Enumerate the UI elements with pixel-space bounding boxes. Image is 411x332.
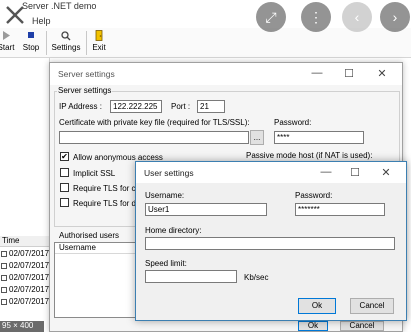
server-cancel-button[interactable]: Cancel (340, 321, 384, 331)
ip-address-label: IP Address : (59, 102, 102, 111)
user-ok-button[interactable]: Ok (298, 298, 336, 314)
start-button-label: Start (0, 43, 15, 52)
exit-button[interactable]: Exit (88, 30, 110, 56)
minimize-icon[interactable]: — (319, 166, 333, 178)
speed-limit-label: Speed limit: (145, 259, 187, 268)
require-tls-control-label: Require TLS for c (73, 184, 136, 193)
menu-help[interactable]: Help (32, 16, 51, 26)
play-icon (3, 31, 10, 40)
exit-door-icon (95, 30, 103, 41)
certificate-label: Certificate with private key file (requi… (59, 118, 250, 127)
close-icon[interactable]: ✕ (379, 166, 393, 179)
user-settings-titlebar: User settings — ☐ ✕ (136, 162, 406, 183)
settings-icon (61, 31, 71, 41)
log-entry-icon (1, 275, 7, 281)
ip-address-input[interactable]: 122.222.225 (110, 100, 162, 113)
start-button[interactable]: Start (0, 30, 16, 56)
log-row[interactable]: 02/07/2017 (0, 297, 50, 308)
settings-button[interactable]: Settings (50, 30, 82, 56)
maximize-icon[interactable]: ☐ (342, 67, 356, 80)
fullscreen-icon[interactable]: ⤢ (256, 2, 286, 32)
close-icon[interactable]: ✕ (375, 67, 389, 80)
log-row[interactable]: 02/07/2017 (0, 285, 50, 296)
authorised-users-label: Authorised users (59, 231, 120, 240)
certificate-path-input[interactable] (59, 131, 249, 144)
user-password-label: Password: (295, 191, 333, 200)
speed-limit-unit: Kb/sec (244, 273, 269, 282)
app-title: Server .NET demo (22, 1, 97, 11)
log-entry-icon (1, 263, 7, 269)
log-entry-icon (1, 251, 7, 257)
certificate-password-label: Password: (274, 118, 312, 127)
minimize-icon[interactable]: — (310, 67, 324, 79)
require-tls-data-label: Require TLS for d (73, 199, 136, 208)
home-directory-input[interactable] (145, 237, 395, 250)
allow-anonymous-checkbox[interactable]: ✔ (60, 152, 69, 161)
log-row[interactable]: 02/07/2017 (0, 261, 50, 272)
log-row[interactable]: 02/07/2017 (0, 249, 50, 260)
stop-button[interactable]: Stop (20, 30, 42, 56)
log-entry-icon (1, 287, 7, 293)
server-settings-titlebar: Server settings — ☐ ✕ (50, 63, 402, 85)
server-ok-button[interactable]: Ok (298, 321, 328, 331)
port-label: Port : (171, 102, 191, 111)
server-settings-title: Server settings (58, 69, 115, 79)
require-tls-control-checkbox[interactable] (60, 183, 69, 192)
port-input[interactable]: 21 (197, 100, 225, 113)
implicit-ssl-checkbox[interactable] (60, 168, 69, 177)
implicit-ssl-label: Implicit SSL (73, 169, 116, 178)
home-directory-label: Home directory: (145, 226, 202, 235)
user-settings-title: User settings (144, 168, 194, 178)
certificate-password-input[interactable]: **** (274, 131, 364, 144)
log-time: 02/07/2017 (9, 261, 50, 270)
username-input[interactable]: User1 (145, 203, 267, 216)
server-settings-group-label: Server settings (57, 86, 113, 95)
log-row[interactable]: 02/07/2017 (0, 273, 50, 284)
toolbar: Start Stop Settings Exit (0, 28, 411, 58)
passive-mode-label: Passive mode host (if NAT is used): (246, 151, 373, 160)
require-tls-data-checkbox[interactable] (60, 198, 69, 207)
toolbar-separator (46, 31, 47, 55)
user-cancel-button[interactable]: Cancel (350, 298, 394, 314)
toolbar-separator (86, 31, 87, 55)
browse-certificate-button[interactable]: ... (250, 130, 264, 145)
maximize-icon[interactable]: ☐ (348, 166, 362, 179)
log-entry-icon (1, 299, 7, 305)
user-settings-dialog: User settings — ☐ ✕ Username: User1 Pass… (135, 161, 407, 321)
log-time: 02/07/2017 (9, 297, 50, 306)
log-time: 02/07/2017 (9, 285, 50, 294)
settings-button-label: Settings (51, 43, 81, 52)
image-size-tag: 95 × 400 (0, 321, 44, 332)
log-time-header[interactable]: Time (0, 236, 50, 247)
close-icon[interactable] (4, 4, 26, 26)
log-time: 02/07/2017 (9, 273, 50, 282)
previous-icon[interactable]: ‹ (342, 2, 372, 32)
more-options-icon[interactable]: ⋮ (301, 2, 331, 32)
stop-icon (28, 32, 34, 38)
next-icon[interactable]: › (380, 2, 410, 32)
speed-limit-input[interactable] (145, 270, 237, 283)
user-password-input[interactable]: ******* (295, 203, 385, 216)
username-label: Username: (145, 191, 185, 200)
exit-button-label: Exit (92, 43, 106, 52)
stop-button-label: Stop (22, 43, 40, 52)
log-time: 02/07/2017 (9, 249, 50, 258)
